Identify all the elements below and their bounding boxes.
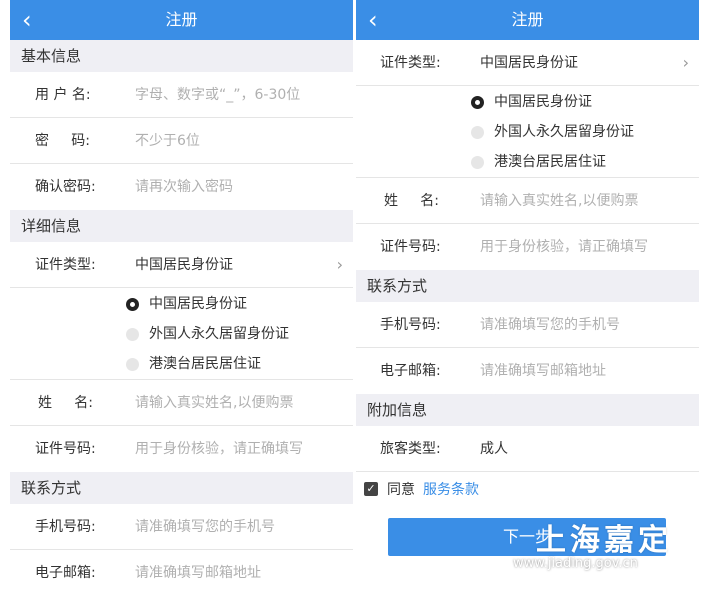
- phone-input[interactable]: 请准确填写您的手机号: [135, 504, 275, 550]
- email-row[interactable]: 电子邮箱: 请准确填写邮箱地址: [356, 348, 699, 394]
- radio-option[interactable]: 港澳台居民居住证: [10, 349, 353, 379]
- email-input[interactable]: 请准确填写邮箱地址: [480, 348, 606, 394]
- watermark-url: www.jiading.gov.cn: [513, 556, 638, 571]
- radio-option[interactable]: 外国人永久居留身份证: [356, 117, 699, 147]
- name-input[interactable]: 请输入真实姓名,以便购票: [480, 178, 638, 224]
- agree-text: 同意: [387, 482, 415, 498]
- radio-label: 港澳台居民居住证: [494, 154, 606, 170]
- id-type-label: 证件类型:: [380, 55, 441, 71]
- id-type-row[interactable]: 证件类型: 中国居民身份证 ›: [10, 242, 353, 288]
- watermark-logo: 上海嘉定: [536, 523, 672, 558]
- id-type-row[interactable]: 证件类型: 中国居民身份证 ›: [356, 40, 699, 86]
- radio-label: 外国人永久居留身份证: [494, 124, 634, 140]
- name-input[interactable]: 请输入真实姓名,以便购票: [135, 380, 293, 426]
- id-type-label: 证件类型:: [35, 257, 96, 273]
- id-number-input[interactable]: 用于身份核验，请正确填写: [135, 426, 303, 472]
- confirm-password-input[interactable]: 请再次输入密码: [135, 164, 233, 210]
- name-row[interactable]: 姓 名: 请输入真实姓名,以便购票: [10, 380, 353, 426]
- id-number-input[interactable]: 用于身份核验，请正确填写: [480, 224, 648, 270]
- section-extra-info: 附加信息: [356, 394, 699, 426]
- passenger-type-label: 旅客类型:: [380, 441, 441, 457]
- radio-unselected-icon[interactable]: [126, 358, 139, 371]
- page-title: 注册: [165, 10, 198, 29]
- id-type-options: 中国居民身份证 外国人永久居留身份证 港澳台居民居住证: [10, 288, 353, 380]
- left-nav-bar: ‹ 注册: [10, 0, 353, 40]
- email-input[interactable]: 请准确填写邮箱地址: [135, 550, 261, 596]
- phone-row[interactable]: 手机号码: 请准确填写您的手机号: [10, 504, 353, 550]
- radio-label: 中国居民身份证: [149, 296, 247, 312]
- name-label: 姓 名:: [384, 193, 439, 209]
- radio-selected-icon[interactable]: [126, 298, 139, 311]
- confirm-password-label: 确认密码:: [35, 179, 96, 195]
- id-number-label: 证件号码:: [35, 441, 96, 457]
- section-basic-info: 基本信息: [10, 40, 353, 72]
- confirm-password-row[interactable]: 确认密码: 请再次输入密码: [10, 164, 353, 210]
- username-label: 用 户 名:: [35, 87, 91, 103]
- radio-label: 港澳台居民居住证: [149, 356, 261, 372]
- phone-row[interactable]: 手机号码: 请准确填写您的手机号: [356, 302, 699, 348]
- password-row[interactable]: 密 码: 不少于6位: [10, 118, 353, 164]
- phone-label: 手机号码:: [35, 519, 96, 535]
- radio-option[interactable]: 中国居民身份证: [10, 289, 353, 319]
- section-contact: 联系方式: [356, 270, 699, 302]
- right-screen: ‹ 注册 证件类型: 中国居民身份证 › 中国居民身份证 外国人永久居留身份证 …: [356, 0, 699, 603]
- chevron-right-icon: ›: [336, 255, 343, 274]
- section-detail-info: 详细信息: [10, 210, 353, 242]
- radio-unselected-icon[interactable]: [471, 126, 484, 139]
- username-input[interactable]: 字母、数字或“_”，6-30位: [135, 72, 300, 118]
- password-label: 密 码:: [35, 133, 90, 149]
- radio-label: 外国人永久居留身份证: [149, 326, 289, 342]
- id-number-label: 证件号码:: [380, 239, 441, 255]
- phone-input[interactable]: 请准确填写您的手机号: [480, 302, 620, 348]
- page-title: 注册: [511, 10, 544, 29]
- email-label: 电子邮箱:: [380, 363, 441, 379]
- passenger-type-value[interactable]: 成人: [480, 426, 508, 472]
- radio-unselected-icon[interactable]: [126, 328, 139, 341]
- checkbox-checked-icon[interactable]: ✓: [364, 482, 378, 496]
- radio-option[interactable]: 外国人永久居留身份证: [10, 319, 353, 349]
- radio-unselected-icon[interactable]: [471, 156, 484, 169]
- id-type-value: 中国居民身份证: [480, 55, 578, 71]
- id-number-row[interactable]: 证件号码: 用于身份核验，请正确填写: [356, 224, 699, 270]
- name-label: 姓 名:: [38, 395, 93, 411]
- id-type-options: 中国居民身份证 外国人永久居留身份证 港澳台居民居住证: [356, 86, 699, 178]
- password-input[interactable]: 不少于6位: [135, 118, 200, 164]
- radio-selected-icon[interactable]: [471, 96, 484, 109]
- left-screen: ‹ 注册 基本信息 用 户 名: 字母、数字或“_”，6-30位 密 码: 不少…: [10, 0, 353, 603]
- name-row[interactable]: 姓 名: 请输入真实姓名,以便购票: [356, 178, 699, 224]
- id-number-row[interactable]: 证件号码: 用于身份核验，请正确填写: [10, 426, 353, 472]
- id-type-value: 中国居民身份证: [135, 257, 233, 273]
- right-nav-bar: ‹ 注册: [356, 0, 699, 40]
- section-contact: 联系方式: [10, 472, 353, 504]
- phone-label: 手机号码:: [380, 317, 441, 333]
- username-row[interactable]: 用 户 名: 字母、数字或“_”，6-30位: [10, 72, 353, 118]
- chevron-right-icon: ›: [682, 53, 689, 72]
- radio-option[interactable]: 中国居民身份证: [356, 87, 699, 117]
- passenger-type-row[interactable]: 旅客类型: 成人: [356, 426, 699, 472]
- terms-link[interactable]: 服务条款: [423, 472, 479, 508]
- email-label: 电子邮箱:: [35, 565, 96, 581]
- agree-terms: ✓ 同意 服务条款: [356, 472, 699, 508]
- radio-label: 中国居民身份证: [494, 94, 592, 110]
- radio-option[interactable]: 港澳台居民居住证: [356, 147, 699, 177]
- email-row[interactable]: 电子邮箱: 请准确填写邮箱地址: [10, 550, 353, 596]
